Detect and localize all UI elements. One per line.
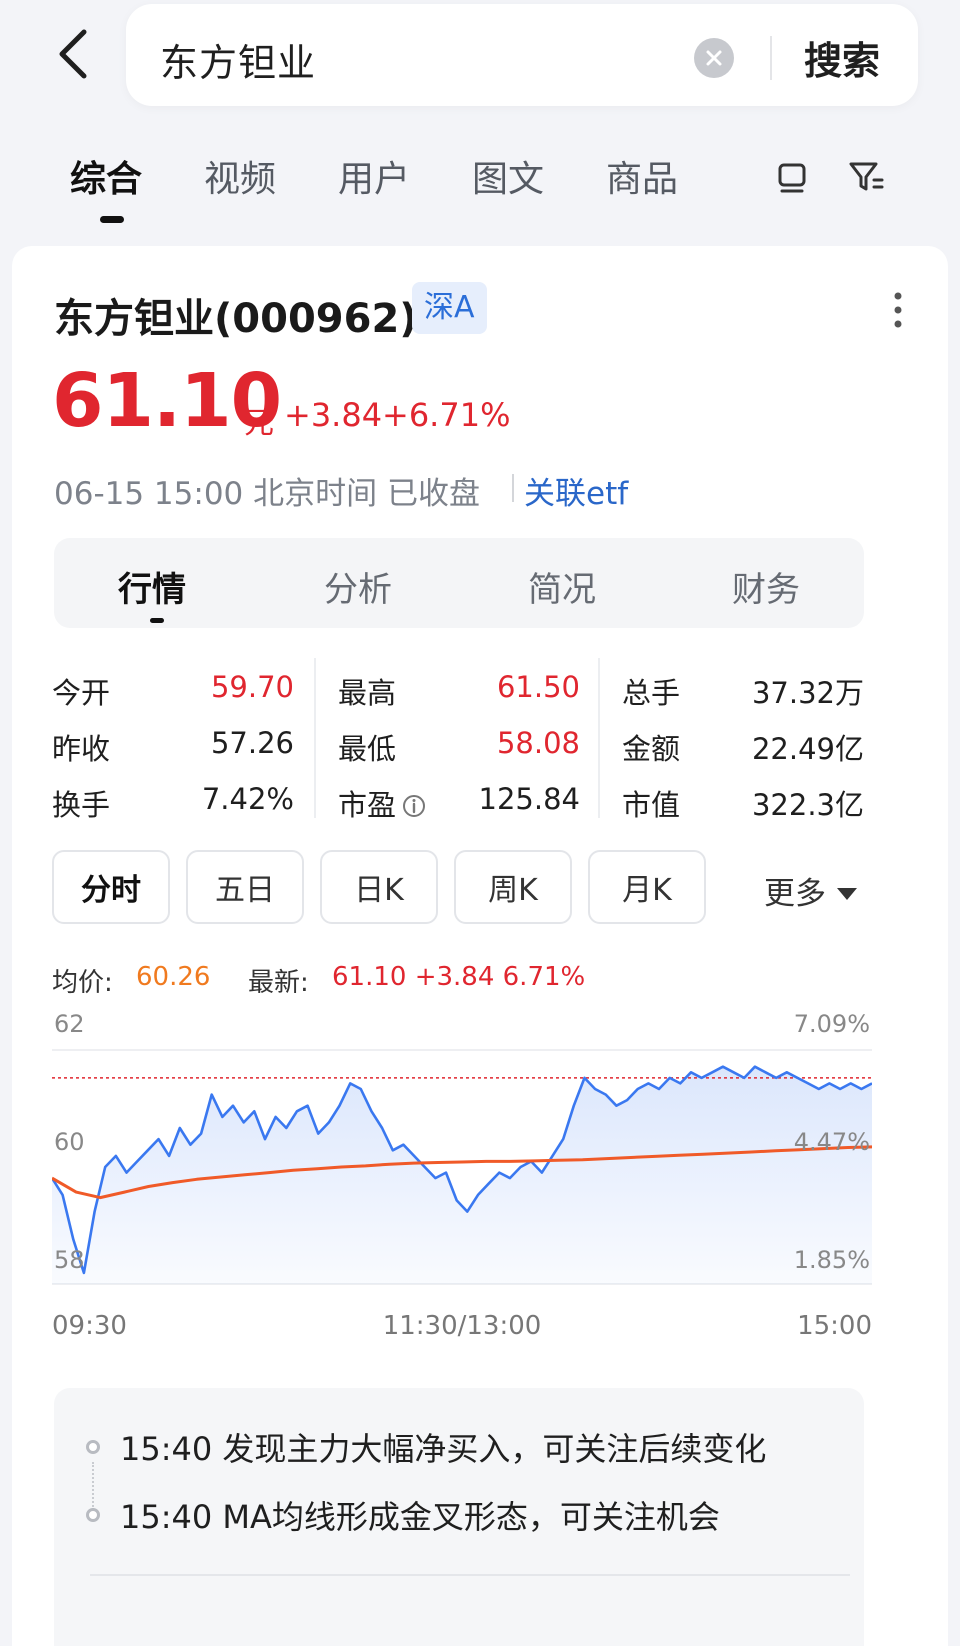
close-icon	[706, 50, 722, 66]
triangle-down-icon	[836, 888, 857, 900]
x-tick-open: 09:30	[52, 1311, 127, 1341]
quote-label: 今开	[52, 676, 111, 710]
period-weekly-button[interactable]: 周K	[454, 850, 572, 924]
avg-price-label: 均价:	[52, 968, 113, 998]
quote-value: 322.3亿	[751, 788, 864, 822]
quote-value: 61.50	[496, 670, 580, 704]
period-daily-button[interactable]: 日K	[320, 850, 438, 924]
y-tick-left-top: 62	[54, 1010, 85, 1038]
y-tick-right-bottom: 1.85%	[794, 1246, 870, 1274]
more-periods-button[interactable]: 更多	[764, 868, 858, 913]
tab-comprehensive[interactable]: 综合	[70, 150, 142, 202]
avg-price-value: 60.26	[136, 962, 211, 992]
tab-analysis[interactable]: 分析	[324, 562, 392, 611]
back-button[interactable]	[44, 24, 104, 84]
price-change-percent: +6.71%	[382, 396, 511, 434]
search-input[interactable]: 东方钽业	[160, 32, 316, 87]
tab-finance[interactable]: 财务	[732, 562, 800, 611]
y-tick-left-mid: 60	[54, 1128, 85, 1156]
quote-label: 最高	[338, 676, 397, 710]
search-box[interactable]: 东方钽业 搜索	[126, 4, 918, 106]
stock-sub-tabs: 行情 分析 简况 财务	[54, 538, 864, 628]
stock-card: 东方钽业(000962) 深A 61.10 元 +3.84 +6.71% 06-…	[12, 246, 948, 1646]
alert-item[interactable]: 15:40 发现主力大幅净买入，可关注后续变化	[120, 1424, 766, 1470]
period-intraday-button[interactable]: 分时	[52, 850, 170, 924]
quote-value: 125.84	[478, 782, 580, 816]
sub-tab-indicator	[150, 618, 164, 623]
quote-value: 58.08	[496, 726, 580, 760]
tab-users[interactable]: 用户	[338, 150, 410, 202]
quote-label: 总手	[622, 676, 681, 710]
list-view-icon[interactable]	[772, 156, 812, 196]
timeline-dot	[86, 1440, 100, 1454]
quote-value: 22.49亿	[751, 732, 864, 766]
y-tick-left-bottom: 58	[54, 1246, 85, 1274]
active-tab-indicator	[100, 216, 124, 223]
tab-articles[interactable]: 图文	[472, 150, 544, 202]
pe-label-wrap[interactable]: 市盈	[338, 782, 426, 824]
price-change: +3.84	[284, 396, 383, 434]
stock-name[interactable]: 东方钽业(000962)	[54, 286, 418, 344]
latest-price-label: 最新:	[248, 968, 309, 998]
quote-value: 7.42%	[201, 782, 294, 816]
top-bar: 东方钽业 搜索	[0, 0, 960, 120]
y-tick-right-mid: 4.47%	[794, 1128, 870, 1156]
quote-label: 金额	[622, 732, 681, 766]
tab-profile[interactable]: 简况	[528, 562, 596, 611]
market-tag: 深A	[412, 282, 487, 334]
market-time-status: 06-15 15:00 北京时间 已收盘	[54, 476, 480, 512]
related-etf-link[interactable]: 关联etf	[524, 468, 628, 513]
timeline-connector	[92, 1462, 94, 1510]
quote-label: 换手	[52, 788, 111, 822]
time-separator	[512, 474, 514, 502]
clear-search-button[interactable]	[694, 38, 734, 78]
tab-video[interactable]: 视频	[204, 150, 276, 202]
tab-quote[interactable]: 行情	[118, 562, 186, 611]
category-tabs: 综合 视频 用户 图文 商品	[0, 130, 960, 230]
quote-divider	[598, 658, 600, 818]
period-monthly-button[interactable]: 月K	[588, 850, 706, 924]
info-icon[interactable]	[402, 794, 426, 818]
quote-label: 昨收	[52, 732, 111, 766]
timeline-dot	[86, 1508, 100, 1522]
quote-divider	[314, 658, 316, 818]
quote-label: 最低	[338, 732, 397, 766]
period-5day-button[interactable]: 五日	[186, 850, 304, 924]
quote-value: 59.70	[210, 670, 294, 704]
chart-layer	[52, 1065, 872, 1284]
more-label: 更多	[764, 876, 826, 912]
quote-label: 市盈	[338, 788, 397, 822]
x-tick-midday: 11:30/13:00	[383, 1311, 542, 1341]
x-tick-close: 15:00	[797, 1311, 872, 1341]
quote-value: 57.26	[210, 726, 294, 760]
quote-label: 市值	[622, 788, 681, 822]
filter-icon[interactable]	[846, 156, 886, 196]
alert-divider	[90, 1574, 850, 1576]
quote-value: 37.32万	[751, 676, 864, 710]
alert-panel: 15:40 发现主力大幅净买入，可关注后续变化 15:40 MA均线形成金叉形态…	[54, 1388, 864, 1646]
price-unit: 元	[244, 406, 274, 441]
price-area	[52, 1066, 872, 1284]
latest-price-value: 61.10 +3.84 6.71%	[332, 962, 586, 992]
tab-products[interactable]: 商品	[606, 150, 678, 202]
alert-item[interactable]: 15:40 MA均线形成金叉形态，可关注机会	[120, 1492, 720, 1538]
search-button[interactable]: 搜索	[804, 30, 880, 85]
more-options-icon[interactable]	[892, 290, 904, 330]
back-arrow-icon	[59, 29, 87, 79]
y-tick-right-top: 7.09%	[794, 1010, 870, 1038]
search-divider	[770, 36, 772, 80]
intraday-chart[interactable]: 62 60 58 7.09% 4.47% 1.85% 09:30 11:30/1…	[52, 1002, 872, 1362]
